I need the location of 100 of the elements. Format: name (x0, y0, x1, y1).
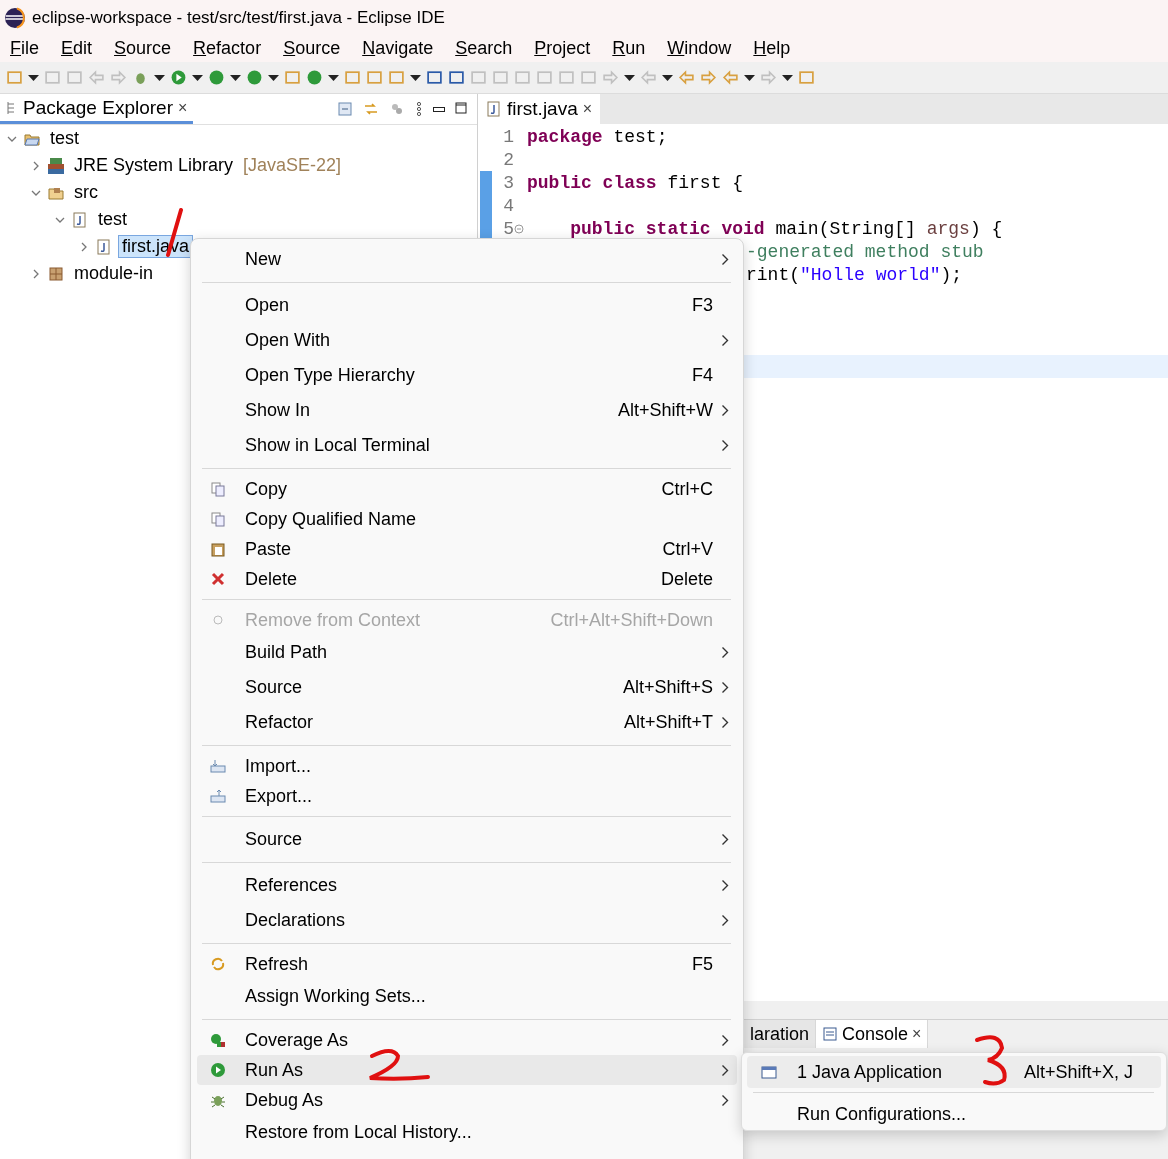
menu-bar-item[interactable]: File (10, 38, 39, 59)
menu-item[interactable]: Run As (197, 1055, 737, 1085)
line-number: 5 (502, 218, 514, 239)
menu-item[interactable]: Export... (197, 781, 737, 811)
dropdown-caret-icon[interactable] (662, 73, 673, 82)
menu-bar-item[interactable]: Project (534, 38, 591, 59)
back-edit-icon[interactable] (678, 69, 695, 86)
menu-item[interactable]: Refactor Alt+Shift+T (197, 705, 737, 740)
dropdown-caret-icon[interactable] (624, 73, 635, 82)
menu-item[interactable]: Run Configurations... (747, 1098, 1161, 1130)
forward-icon[interactable] (760, 69, 777, 86)
view-tab[interactable]: laration (744, 1020, 817, 1048)
tree-item-decoration: [JavaSE-22] (243, 155, 342, 176)
menu-item[interactable]: References (197, 868, 737, 903)
next-annotation-icon[interactable] (602, 69, 619, 86)
tree-item[interactable]: JRE System Library (70, 154, 238, 177)
menu-item[interactable]: Copy Ctrl+C (197, 474, 737, 504)
menu-item[interactable]: Declarations (197, 903, 737, 938)
menu-item[interactable]: Open With (197, 323, 737, 358)
menu-item[interactable]: Restore from Local History... (197, 1115, 737, 1150)
dropdown-caret-icon[interactable] (28, 73, 39, 82)
menu-item[interactable]: Open Type Hierarchy F4 (197, 358, 737, 393)
collapse-all-icon (337, 101, 353, 117)
menu-bar-item[interactable]: Refactor (193, 38, 262, 59)
tree-item[interactable]: src (70, 181, 102, 204)
tree-item[interactable]: test (46, 127, 83, 150)
line-number: 1 (502, 126, 514, 147)
menu-bar-item[interactable]: Source (283, 38, 341, 59)
line-number: 2 (502, 149, 514, 170)
link-icon (363, 101, 379, 117)
previous-annotation-icon[interactable] (640, 69, 657, 86)
menu-item[interactable]: New (197, 242, 737, 277)
dropdown-caret-icon[interactable] (192, 73, 203, 82)
import-icon (210, 758, 226, 774)
close-icon[interactable]: × (177, 98, 188, 117)
menu-item[interactable]: 1 Java Application Alt+Shift+X, J (747, 1056, 1161, 1088)
line-number: 4 (502, 195, 514, 216)
menu-bar-item[interactable]: Edit (61, 38, 93, 59)
dropdown-caret-icon[interactable] (744, 73, 755, 82)
editor-tab[interactable]: first.java × (478, 94, 601, 124)
code-line: package test; (527, 126, 668, 147)
undo-icon[interactable] (88, 69, 105, 86)
menu-item[interactable]: Source (197, 822, 737, 857)
java-file-icon (72, 211, 88, 228)
redo-icon[interactable] (110, 69, 127, 86)
annotation-mark (368, 1049, 430, 1081)
menu-item[interactable]: Copy Qualified Name (197, 504, 737, 534)
menu-item[interactable]: Source Alt+Shift+S (197, 670, 737, 705)
back-icon[interactable] (722, 69, 739, 86)
view-tab[interactable]: Package Explorer × (0, 94, 194, 124)
minimize-icon (433, 106, 445, 112)
menu-bar-item[interactable]: Source (114, 38, 172, 59)
dropdown-caret-icon[interactable] (268, 73, 279, 82)
menu-item[interactable]: Coverage As (197, 1025, 737, 1055)
menu-bar-item[interactable]: Help (753, 38, 791, 59)
copy-icon (210, 481, 226, 497)
menu-item[interactable]: Show In Alt+Shift+W (197, 393, 737, 428)
java-file-icon (486, 101, 502, 117)
annotation-mark (975, 1035, 1007, 1086)
menu-bar-item[interactable]: Window (667, 38, 732, 59)
menu-bar-item[interactable]: Search (455, 38, 513, 59)
menu-bar-item[interactable]: Run (612, 38, 646, 59)
menu-item[interactable]: Refresh F5 (197, 949, 737, 979)
menu-item[interactable]: Import... (197, 751, 737, 781)
filter-icon (389, 101, 405, 117)
menu-item[interactable]: Build Path (197, 635, 737, 670)
tree-item[interactable]: test (94, 208, 131, 231)
menu-item[interactable]: Debug As (197, 1085, 737, 1115)
refresh-icon (210, 956, 226, 972)
dropdown-caret-icon[interactable] (410, 73, 421, 82)
code-line: -generated method stub (746, 241, 984, 262)
view-tab[interactable]: Console × (816, 1020, 929, 1048)
menu-item[interactable]: Delete Delete (197, 564, 737, 594)
java-application-icon (761, 1064, 777, 1080)
tree-item[interactable]: module-in (70, 262, 158, 285)
close-icon[interactable]: × (912, 1025, 922, 1043)
export-icon (210, 788, 226, 804)
run-icon[interactable] (170, 69, 187, 86)
run-icon (210, 1062, 226, 1078)
library-icon (48, 157, 64, 174)
menu-item[interactable]: Open F3 (197, 288, 737, 323)
code-line: public static void main(String[] args) { (569, 218, 1003, 239)
dropdown-caret-icon[interactable] (782, 73, 793, 82)
forward-edit-icon[interactable] (700, 69, 717, 86)
close-icon[interactable]: × (582, 100, 593, 118)
fold-icon (514, 223, 524, 234)
window-title: eclipse-workspace - test/src/test/first.java - Eclipse IDE (32, 7, 445, 28)
dropdown-caret-icon[interactable] (328, 73, 339, 82)
delete-icon (210, 571, 226, 587)
dropdown-caret-icon[interactable] (230, 73, 241, 82)
package-icon (48, 265, 64, 282)
java-file-icon (96, 238, 112, 255)
code-line: rint("Holle world"); (746, 264, 963, 285)
dropdown-caret-icon[interactable] (154, 73, 165, 82)
menu-item[interactable]: Assign Working Sets... (197, 979, 737, 1014)
view-menu-icon (415, 101, 423, 117)
clipboard-icon (210, 541, 226, 557)
menu-item[interactable]: Show in Local Terminal (197, 428, 737, 463)
menu-bar-item[interactable]: Navigate (362, 38, 434, 59)
menu-item[interactable]: Paste Ctrl+V (197, 534, 737, 564)
